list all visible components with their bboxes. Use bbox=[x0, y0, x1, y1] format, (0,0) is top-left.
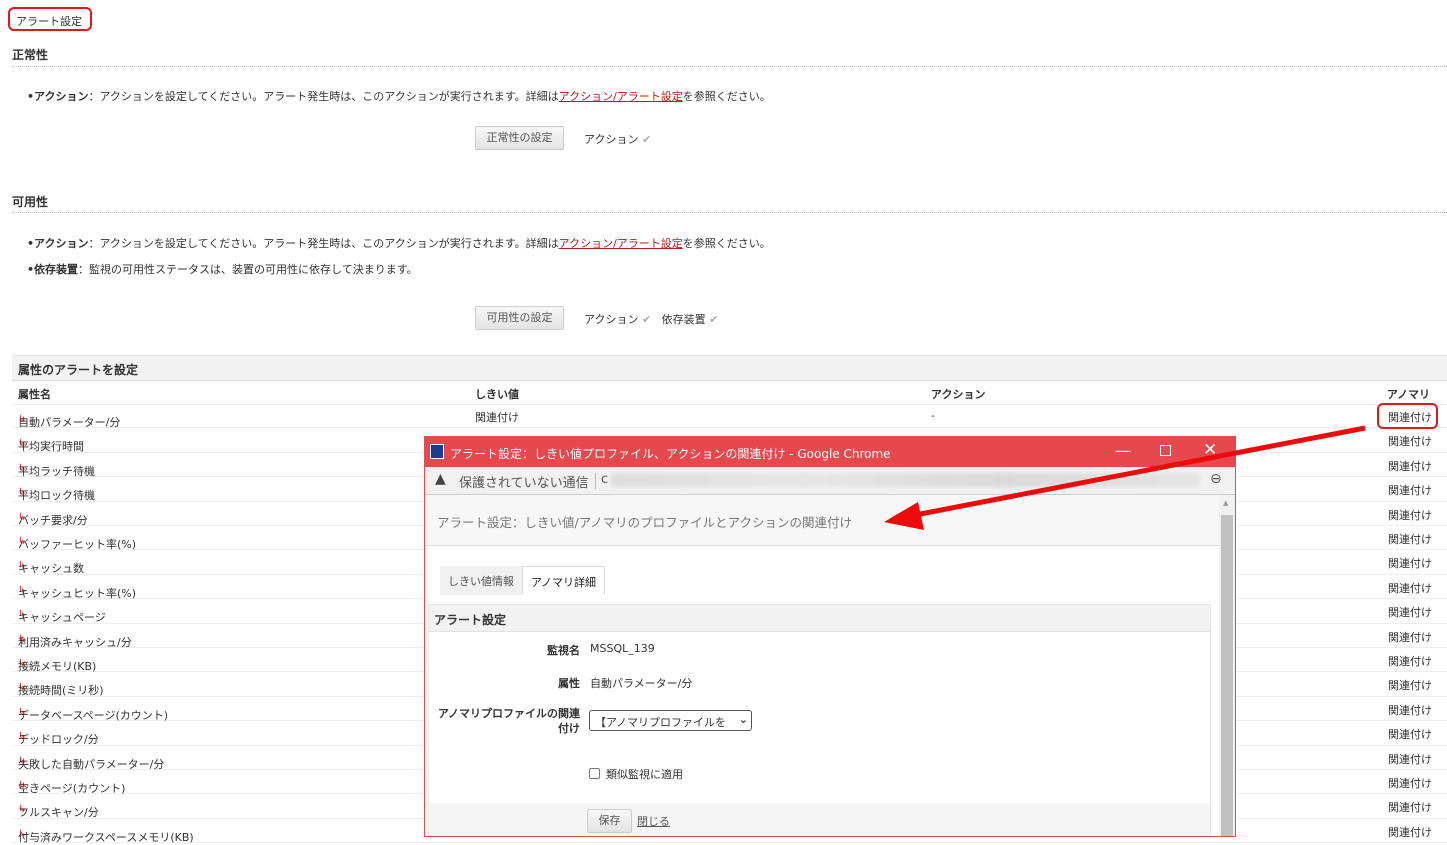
attribute-value: 自動パラメーター/分 bbox=[590, 677, 693, 690]
close-icon[interactable]: ✕ bbox=[1203, 440, 1217, 460]
window-title: アラート設定：しきい値プロファイル、アクションの関連付け - Google Ch… bbox=[450, 447, 891, 461]
apply-similar-checkbox[interactable] bbox=[589, 768, 600, 779]
note-label: •アクション bbox=[27, 90, 89, 103]
threshold-link[interactable]: 関連付け bbox=[475, 409, 519, 425]
blurred-url bbox=[610, 473, 1200, 487]
action-status: アクション bbox=[584, 313, 639, 326]
anomaly-link[interactable]: 関連付け bbox=[1388, 604, 1432, 620]
note-tail: を参照ください。 bbox=[682, 90, 771, 103]
action-alert-settings-link[interactable]: アクション/アラート設定 bbox=[559, 90, 683, 103]
note-text: ：アクションを設定してください。アラート発生時は、このアクションが実行されます。… bbox=[88, 237, 559, 250]
anomaly-link[interactable]: 関連付け bbox=[1388, 775, 1432, 791]
column-header: 属性名 bbox=[18, 388, 51, 401]
table-header-row: 属性名 しきい値 アクション アノマリ bbox=[12, 381, 1447, 406]
anomaly-link[interactable]: 関連付け bbox=[1388, 507, 1432, 523]
column-header: アクション bbox=[931, 388, 986, 401]
availability-action-note: •アクション：アクションを設定してください。アラート発生時は、このアクションが実… bbox=[27, 235, 771, 251]
anomaly-link[interactable]: 関連付け bbox=[1388, 629, 1432, 645]
note-label: •依存装置 bbox=[27, 263, 79, 276]
warning-icon: ▲ bbox=[435, 471, 446, 487]
divider bbox=[12, 212, 1447, 213]
minimize-icon[interactable]: — bbox=[1115, 441, 1131, 460]
availability-settings-button[interactable]: 可用性の設定 bbox=[475, 306, 564, 330]
form-footer: 保存 閉じる bbox=[429, 803, 1210, 836]
anomaly-profile-label: アノマリプロファイルの関連付け bbox=[437, 707, 580, 735]
dependency-status: 依存装置 bbox=[661, 313, 706, 326]
anomaly-link[interactable]: 関連付け bbox=[1388, 824, 1432, 840]
anomaly-link[interactable]: 関連付け bbox=[1388, 702, 1432, 718]
check-icon: ✔ bbox=[641, 313, 652, 326]
save-button[interactable]: 保存 bbox=[587, 809, 632, 833]
check-icon: ✔ bbox=[709, 313, 719, 326]
column-header: しきい値 bbox=[475, 388, 519, 401]
anomaly-link[interactable]: 関連付け bbox=[1388, 458, 1432, 474]
zoom-icon[interactable]: ⊖ bbox=[1210, 471, 1222, 487]
highlight-box bbox=[1377, 403, 1438, 429]
breadcrumb[interactable]: アラート設定 bbox=[8, 7, 92, 31]
monitor-name-value: MSSQL_139 bbox=[590, 642, 655, 655]
close-link[interactable]: 閉じる bbox=[637, 813, 670, 829]
health-heading: 正常性 bbox=[12, 48, 49, 62]
maximize-icon[interactable] bbox=[1160, 445, 1171, 456]
monitor-name-label: 監視名 bbox=[547, 644, 580, 657]
column-header: アノマリ bbox=[1387, 388, 1431, 401]
note-text: ：監視の可用性ステータスは、装置の可用性に依存して決まります。 bbox=[78, 263, 418, 276]
anomaly-link[interactable]: 関連付け bbox=[1388, 653, 1432, 669]
tab-anomaly-details[interactable]: アノマリ詳細 bbox=[522, 566, 606, 595]
action-status: アクション bbox=[584, 133, 639, 146]
anomaly-link[interactable]: 関連付け bbox=[1388, 751, 1432, 767]
note-label: •アクション bbox=[27, 237, 89, 250]
anomaly-link[interactable]: 関連付け bbox=[1388, 677, 1432, 693]
popup-page-title: アラート設定：しきい値/アノマリのプロファイルとアクションの関連付け bbox=[425, 495, 1219, 546]
dependency-note: •依存装置：監視の可用性ステータスは、装置の可用性に依存して決まります。 bbox=[27, 261, 418, 277]
availability-heading: 可用性 bbox=[12, 195, 49, 209]
anomaly-link[interactable]: 関連付け bbox=[1388, 726, 1432, 742]
check-icon: ✔ bbox=[641, 133, 652, 146]
chevron-down-icon: ⌄ bbox=[738, 713, 748, 726]
url-text: c bbox=[601, 472, 609, 487]
anomaly-link[interactable]: 関連付け bbox=[1388, 531, 1432, 547]
section-title: アラート設定 bbox=[429, 605, 1210, 632]
anomaly-profile-select[interactable]: 【アノマリプロファイルを ⌄ bbox=[589, 710, 752, 731]
window-titlebar: アラート設定：しきい値プロファイル、アクションの関連付け - Google Ch… bbox=[425, 437, 1235, 467]
popup-window: アラート設定：しきい値プロファイル、アクションの関連付け - Google Ch… bbox=[424, 436, 1236, 837]
alert-settings-section: アラート設定 監視名 MSSQL_139 属性 自動パラメーター/分 アノマリプ… bbox=[428, 604, 1211, 836]
note-text: ：アクションを設定してください。アラート発生時は、このアクションが実行されます。… bbox=[88, 90, 559, 103]
divider bbox=[12, 66, 1447, 67]
app-icon bbox=[430, 444, 444, 459]
anomaly-link[interactable]: 関連付け bbox=[1388, 482, 1432, 498]
action-value: - bbox=[931, 409, 935, 422]
anomaly-link[interactable]: 関連付け bbox=[1388, 580, 1432, 596]
anomaly-link[interactable]: 関連付け bbox=[1388, 555, 1432, 571]
health-action-note: •アクション：アクションを設定してください。アラート発生時は、このアクションが実… bbox=[27, 88, 771, 104]
anomaly-link[interactable]: 関連付け bbox=[1388, 799, 1432, 815]
select-value: 【アノマリプロファイルを bbox=[595, 716, 727, 729]
address-bar[interactable]: ▲ 保護されていない通信 c ⊖ bbox=[425, 467, 1235, 495]
health-settings-button[interactable]: 正常性の設定 bbox=[475, 126, 564, 150]
anomaly-link[interactable]: 関連付け bbox=[1388, 433, 1432, 449]
security-text: 保護されていない通信 bbox=[459, 476, 589, 491]
tab-threshold-info[interactable]: しきい値情報 bbox=[440, 566, 522, 595]
table-row: ↳ 自動パラメーター/分 関連付け - 関連付け bbox=[12, 404, 1447, 429]
note-tail: を参照ください。 bbox=[682, 237, 771, 250]
attribute-label: 属性 bbox=[558, 677, 580, 690]
scrollbar[interactable]: ▲ bbox=[1219, 495, 1235, 836]
attribute-alert-table-title: 属性のアラートを設定 bbox=[12, 355, 1447, 381]
action-alert-settings-link[interactable]: アクション/アラート設定 bbox=[559, 237, 683, 250]
apply-similar-label: 類似監視に適用 bbox=[606, 768, 683, 781]
